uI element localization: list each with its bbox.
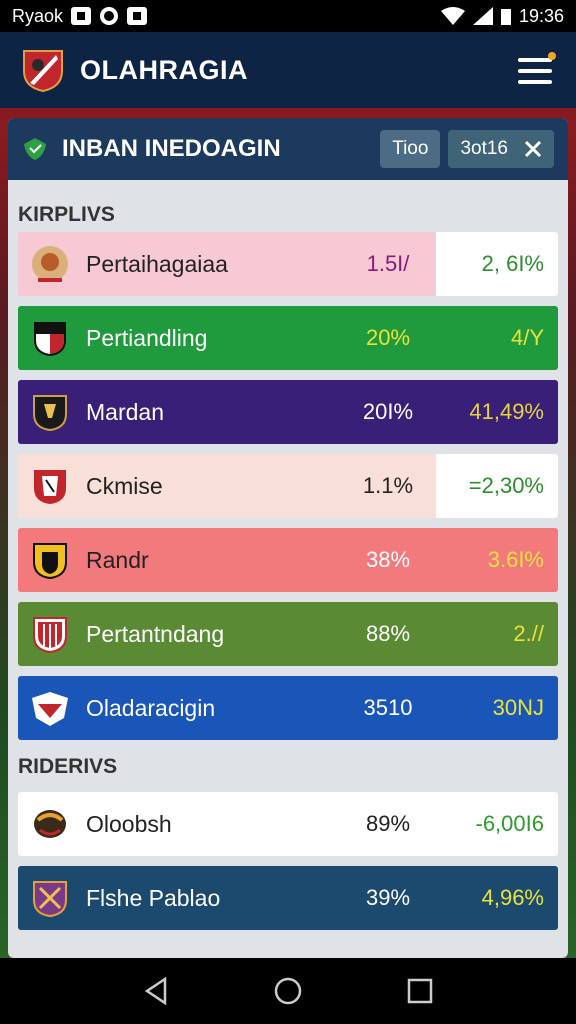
status-bar: Ryaok 19:36 bbox=[0, 0, 576, 32]
team-name: Pertantndang bbox=[86, 620, 225, 647]
date-chip-label: 3ot16 bbox=[460, 138, 508, 159]
club-crest-icon bbox=[34, 322, 66, 356]
back-icon[interactable] bbox=[143, 977, 169, 1005]
team-value: 3510 bbox=[363, 695, 413, 720]
team-value: 20% bbox=[365, 325, 411, 350]
team-name: Pertaihagaiaa bbox=[86, 250, 228, 277]
club-crest-icon bbox=[34, 470, 66, 504]
club-crest-icon bbox=[33, 881, 67, 918]
list-item[interactable]: Pertiandling 20% 4/Y bbox=[18, 306, 558, 370]
signal-icon bbox=[472, 7, 493, 25]
team-name: Pertiandling bbox=[86, 324, 208, 351]
notification-icon bbox=[71, 7, 92, 25]
team-value: 39% bbox=[365, 885, 411, 910]
results-panel: INBAN INEDOAGIN Tioo 3ot16 KIRPLIVS Pert… bbox=[8, 118, 568, 958]
close-icon[interactable] bbox=[524, 140, 542, 158]
list-item[interactable]: Randr 38% 3.6I% bbox=[18, 528, 558, 592]
team-percent: 4/Y bbox=[510, 325, 544, 350]
team-name: Oloobsh bbox=[86, 810, 172, 837]
list-item[interactable]: Pertaihagaiaa 1.5I/ 2, 6I% bbox=[18, 232, 558, 296]
team-name: Randr bbox=[86, 546, 149, 573]
team-value: 1.1% bbox=[362, 473, 414, 498]
app-screen: Ryaok 19:36 OLAHRAGIA INBAN INEDOAGIN Ti… bbox=[0, 0, 576, 1024]
list-item[interactable]: Mardan 20I% 41,49% bbox=[18, 380, 558, 444]
list-item[interactable]: Ckmise 1.1% =2,30% bbox=[18, 454, 558, 518]
clock: 19:36 bbox=[518, 5, 564, 26]
section-heading: RIDERIVS bbox=[18, 755, 118, 778]
list-item[interactable]: Flshe Pablao 39% 4,96% bbox=[18, 866, 558, 930]
panel-header: INBAN INEDOAGIN Tioo 3ot16 bbox=[8, 118, 568, 180]
team-percent: 3.6I% bbox=[487, 547, 544, 572]
menu-line bbox=[518, 69, 552, 73]
notification-dot bbox=[548, 52, 556, 60]
club-crest-icon bbox=[34, 810, 66, 838]
battery-icon bbox=[500, 9, 511, 25]
team-name: Oladaracigin bbox=[86, 694, 216, 721]
team-value: 38% bbox=[365, 547, 411, 572]
section-heading: KIRPLIVS bbox=[18, 203, 115, 226]
team-value: 89% bbox=[365, 811, 411, 836]
system-nav-bar bbox=[0, 958, 576, 1024]
team-value: 88% bbox=[365, 621, 411, 646]
club-crest-icon bbox=[32, 692, 68, 726]
team-value: 1.5I/ bbox=[366, 251, 410, 276]
carrier-label: Ryaok bbox=[12, 5, 64, 26]
app-title: OLAHRAGIA bbox=[80, 54, 248, 85]
menu-line bbox=[518, 80, 552, 84]
team-percent: 41,49% bbox=[469, 399, 544, 424]
app-logo bbox=[20, 47, 66, 93]
team-percent: 2.// bbox=[513, 621, 544, 646]
list-item[interactable]: Oladaracigin 3510 30NJ bbox=[18, 676, 558, 740]
app-header: OLAHRAGIA bbox=[0, 32, 576, 108]
team-name: Mardan bbox=[86, 398, 164, 425]
sync-icon bbox=[100, 7, 119, 25]
team-percent: =2,30% bbox=[436, 454, 558, 518]
recents-icon[interactable] bbox=[407, 978, 433, 1004]
home-icon[interactable] bbox=[274, 977, 302, 1005]
team-value: 20I% bbox=[362, 399, 414, 424]
team-percent: 30NJ bbox=[492, 695, 544, 720]
team-name: Flshe Pablao bbox=[86, 884, 221, 911]
team-percent: 4,96% bbox=[481, 885, 544, 910]
club-crest-icon bbox=[32, 246, 68, 282]
menu-button[interactable] bbox=[516, 52, 556, 88]
club-crest-icon bbox=[33, 617, 67, 654]
wifi-icon bbox=[440, 7, 465, 25]
team-name: Ckmise bbox=[86, 472, 163, 499]
date-chip[interactable]: 3ot16 bbox=[448, 130, 554, 168]
image-icon bbox=[127, 7, 148, 25]
menu-line bbox=[518, 58, 552, 62]
list-item[interactable]: Pertantndang 88% 2.// bbox=[18, 602, 558, 666]
list-item[interactable]: Oloobsh 89% -6,00I6 bbox=[18, 792, 558, 856]
shield-icon bbox=[24, 138, 46, 160]
panel-title: INBAN INEDOAGIN bbox=[62, 135, 281, 162]
filter-chip[interactable]: Tioo bbox=[380, 130, 441, 168]
team-percent: 2, 6I% bbox=[436, 232, 558, 296]
club-crest-icon bbox=[33, 543, 67, 580]
club-crest-icon bbox=[33, 395, 67, 432]
team-percent: -6,00I6 bbox=[475, 811, 545, 836]
